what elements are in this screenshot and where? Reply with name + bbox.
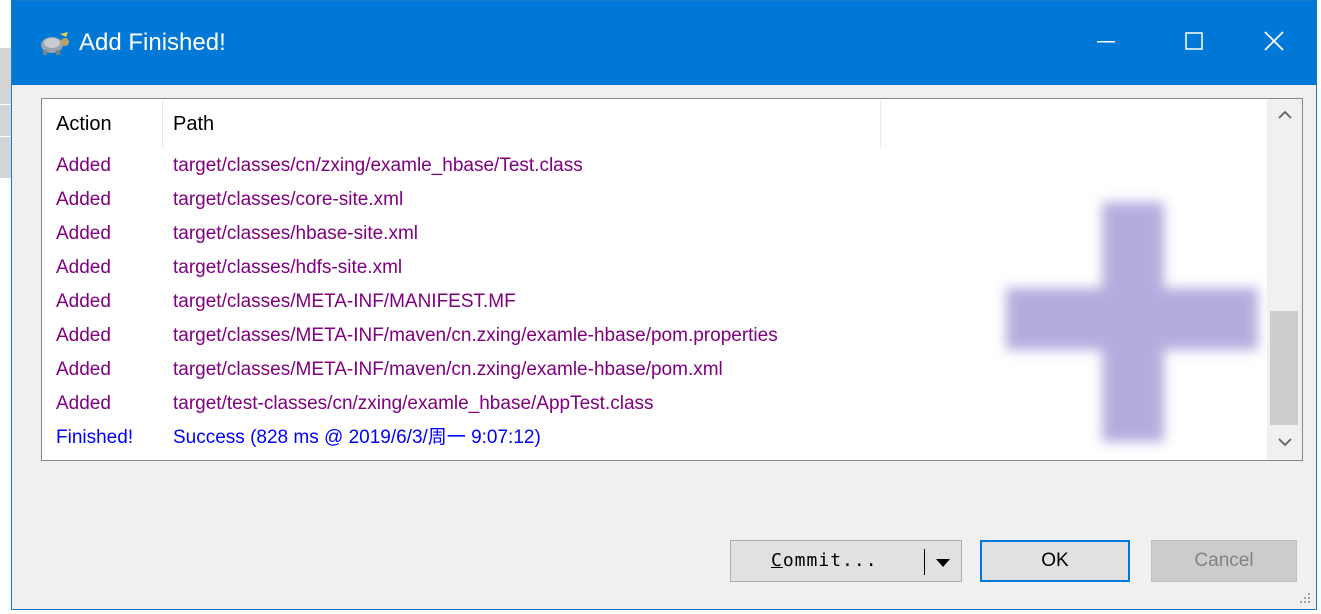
column-divider[interactable] [162, 101, 163, 147]
row-path: target/classes/META-INF/maven/cn.zxing/e… [173, 325, 778, 346]
results-list[interactable]: Action Path Added target/classes/cn/zxin… [41, 98, 1303, 461]
close-button[interactable] [1230, 1, 1318, 85]
row-action: Added [56, 359, 111, 380]
row-path: target/classes/cn/zxing/examle_hbase/Tes… [173, 155, 583, 176]
row-action: Added [56, 393, 111, 414]
row-path: target/classes/core-site.xml [173, 189, 404, 210]
commit-split-button[interactable]: Commit... [730, 540, 962, 582]
list-item[interactable]: Added target/classes/core-site.xml [42, 185, 1262, 219]
list-item[interactable]: Added target/classes/cn/zxing/examle_hba… [42, 151, 1262, 185]
minimize-icon [1096, 31, 1116, 56]
list-item[interactable]: Added target/classes/META-INF/maven/cn.z… [42, 355, 1262, 389]
commit-button-label: Commit... [771, 550, 878, 571]
chevron-down-icon [935, 552, 951, 573]
row-path: target/classes/hbase-site.xml [173, 223, 418, 244]
row-action: Added [56, 291, 111, 312]
row-path: Success (828 ms @ 2019/6/3/周一 9:07:12) [173, 427, 541, 448]
vertical-scrollbar[interactable] [1267, 99, 1302, 460]
close-icon [1263, 30, 1285, 57]
maximize-button[interactable] [1150, 1, 1238, 85]
row-path: target/test-classes/cn/zxing/examle_hbas… [173, 393, 654, 414]
row-path: target/classes/META-INF/MANIFEST.MF [173, 291, 516, 312]
resize-grip-icon[interactable] [1298, 591, 1312, 605]
scroll-down-button[interactable] [1268, 426, 1302, 460]
column-divider[interactable] [880, 101, 881, 147]
tortoise-icon [38, 31, 72, 57]
list-item[interactable]: Added target/test-classes/cn/zxing/examl… [42, 389, 1262, 423]
list-item[interactable]: Added target/classes/META-INF/maven/cn.z… [42, 321, 1262, 355]
row-action: Added [56, 223, 111, 244]
window-title: Add Finished! [79, 29, 226, 56]
list-rows: Added target/classes/cn/zxing/examle_hba… [42, 151, 1262, 457]
column-header-path[interactable]: Path [173, 99, 214, 149]
list-item[interactable]: Added target/classes/hbase-site.xml [42, 219, 1262, 253]
row-action: Finished! [56, 427, 134, 448]
row-action: Added [56, 257, 111, 278]
commit-dropdown-button[interactable] [931, 551, 955, 573]
maximize-icon [1184, 31, 1204, 56]
row-action: Added [56, 325, 111, 346]
chevron-down-icon [1278, 434, 1292, 452]
scroll-up-button[interactable] [1268, 99, 1302, 133]
list-header: Action Path [42, 99, 1262, 149]
list-item-finished[interactable]: Finished! Success (828 ms @ 2019/6/3/周一 … [42, 423, 1262, 457]
split-divider [924, 549, 925, 575]
scroll-thumb[interactable] [1270, 311, 1298, 425]
row-path: target/classes/META-INF/maven/cn.zxing/e… [173, 359, 723, 380]
title-bar[interactable]: Add Finished! [12, 1, 1316, 85]
ok-button[interactable]: OK [980, 540, 1130, 582]
row-action: Added [56, 155, 111, 176]
minimize-button[interactable] [1062, 1, 1150, 85]
row-action: Added [56, 189, 111, 210]
list-item[interactable]: Added target/classes/META-INF/MANIFEST.M… [42, 287, 1262, 321]
row-path: target/classes/hdfs-site.xml [173, 257, 403, 278]
column-header-action[interactable]: Action [56, 99, 112, 149]
chevron-up-icon [1278, 107, 1292, 125]
list-item[interactable]: Added target/classes/hdfs-site.xml [42, 253, 1262, 287]
cancel-button[interactable]: Cancel [1151, 540, 1297, 582]
add-finished-dialog: Add Finished! Action Path Added target/c… [11, 0, 1317, 610]
